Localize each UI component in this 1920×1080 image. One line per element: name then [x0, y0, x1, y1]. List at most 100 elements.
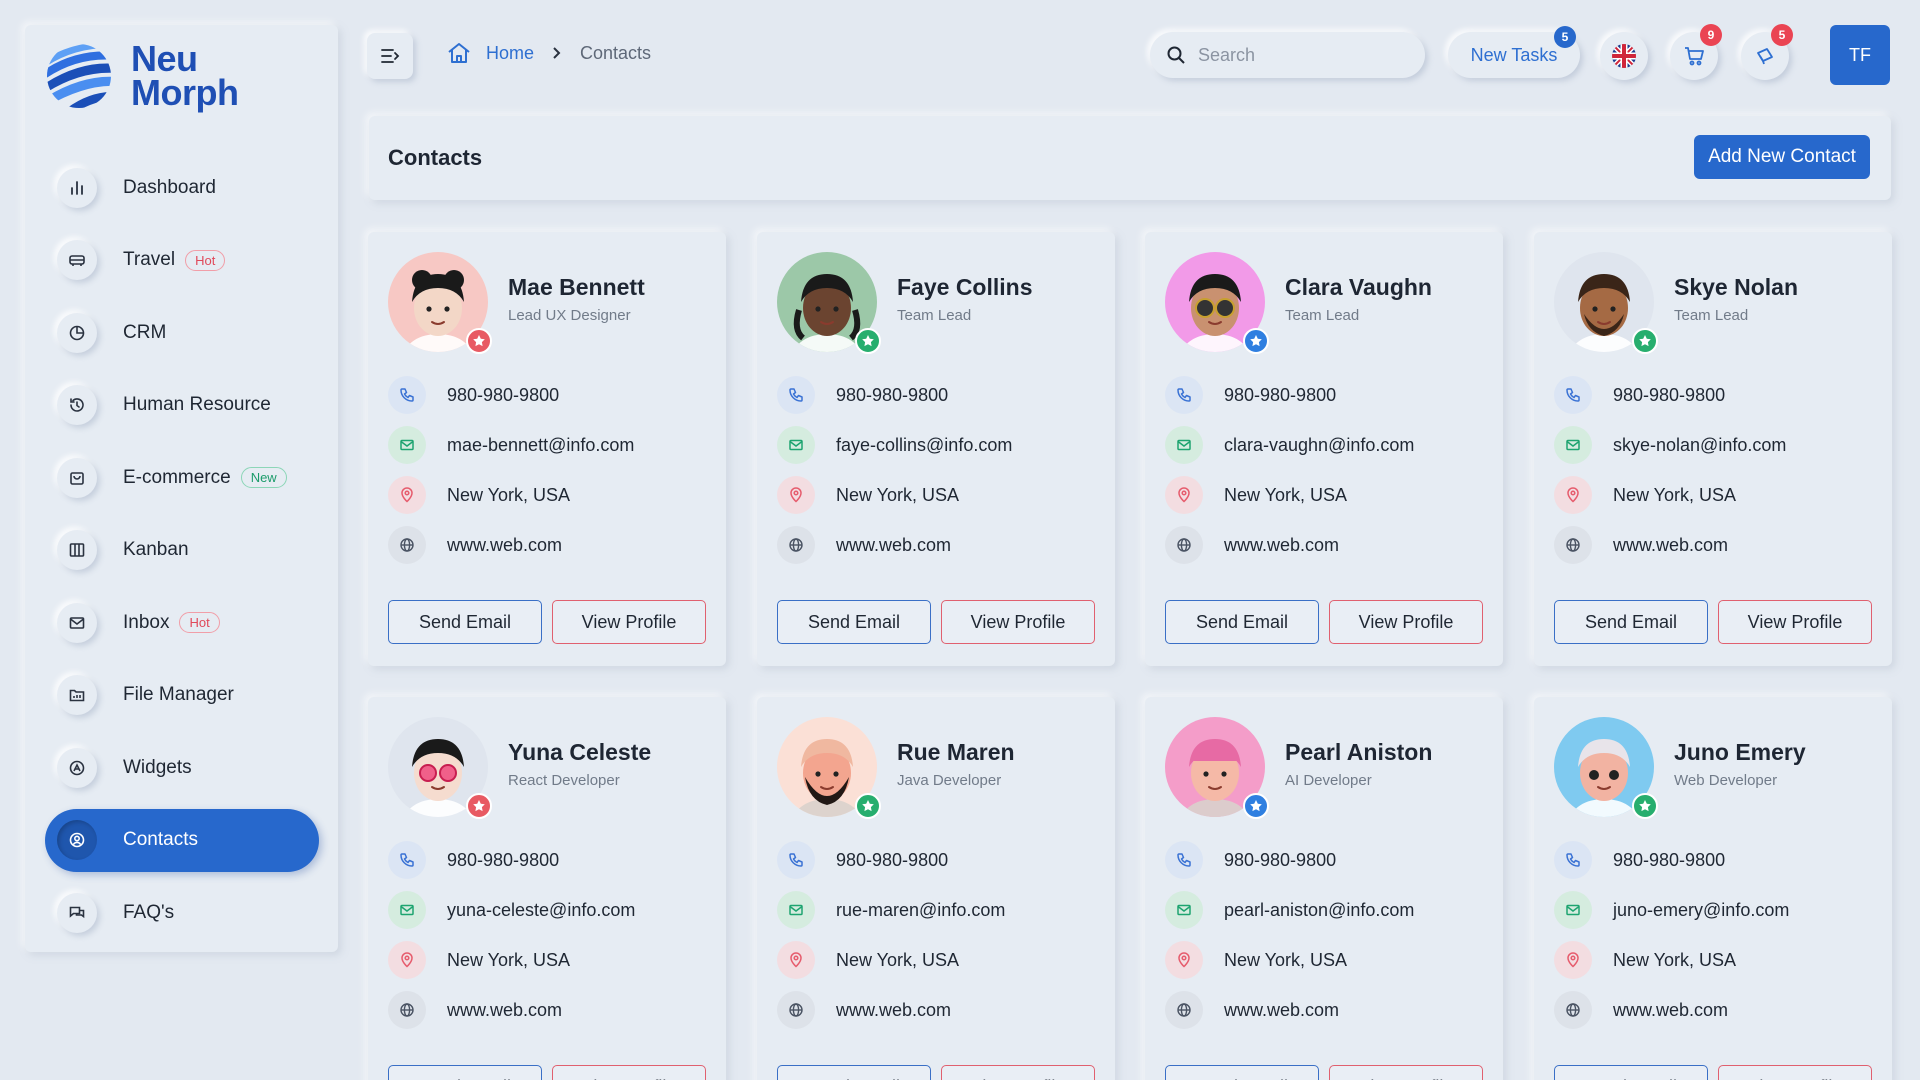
sidebar-item-label: CRM — [123, 321, 167, 343]
view-profile-button[interactable]: View Profile — [552, 600, 706, 644]
user-avatar-button[interactable]: TF — [1830, 25, 1890, 85]
contact-email: yuna-celeste@info.com — [447, 899, 636, 920]
contact-role: Web Developer — [1674, 772, 1778, 789]
contact-name: Clara Vaughn — [1285, 274, 1432, 300]
view-profile-button[interactable]: View Profile — [1718, 600, 1872, 644]
sidebar-toggle-button[interactable] — [367, 33, 413, 79]
contact-name: Faye Collins — [897, 274, 1033, 300]
avatar[interactable] — [777, 717, 881, 819]
send-email-button[interactable]: Send Email — [1165, 1065, 1319, 1080]
send-email-button[interactable]: Send Email — [777, 1065, 931, 1080]
menu-icon — [381, 49, 400, 63]
cart-button[interactable]: 9 — [1670, 24, 1722, 80]
avatar[interactable] — [1554, 252, 1658, 354]
sidebar-item-label: File Manager — [123, 684, 234, 705]
brand-logo[interactable]: Neu Morph — [45, 41, 239, 111]
globe-icon — [1554, 526, 1592, 564]
contact-location: New York, USA — [836, 949, 960, 970]
language-button[interactable] — [1600, 32, 1648, 80]
sidebar-item-crm[interactable]: CRM — [45, 301, 319, 364]
view-profile-button[interactable]: View Profile — [941, 1065, 1095, 1080]
sidebar-item-label: Human Resource — [123, 394, 271, 415]
contact-card: Mae Bennett Lead UX Designer 980-980-980… — [368, 232, 726, 666]
avatar[interactable] — [1165, 252, 1269, 354]
contact-location: New York, USA — [1613, 484, 1737, 505]
send-email-button[interactable]: Send Email — [388, 600, 542, 644]
contact-website-row: www.web.com — [777, 991, 951, 1029]
avatar[interactable] — [1554, 717, 1658, 819]
contact-website-row: www.web.com — [388, 526, 562, 564]
notifications-count-badge: 5 — [1771, 24, 1793, 46]
send-email-button[interactable]: Send Email — [1554, 600, 1708, 644]
contact-email-row: juno-emery@info.com — [1554, 891, 1789, 929]
contact-location-row: New York, USA — [1165, 476, 1347, 514]
mail-icon — [388, 426, 426, 464]
contact-website: www.web.com — [1224, 534, 1340, 555]
star-icon — [1243, 328, 1269, 354]
contact-location-row: New York, USA — [777, 941, 959, 979]
contact-email-row: skye-nolan@info.com — [1554, 426, 1786, 464]
sidebar-item-inbox[interactable]: Inbox Hot — [45, 591, 319, 654]
globe-icon — [1165, 526, 1203, 564]
home-icon[interactable] — [446, 40, 472, 66]
avatar[interactable] — [1165, 717, 1269, 819]
send-email-button[interactable]: Send Email — [777, 600, 931, 644]
search-input[interactable] — [1198, 44, 1398, 66]
contact-email: rue-maren@info.com — [836, 899, 1006, 920]
globe-icon — [777, 991, 815, 1029]
contact-role: AI Developer — [1285, 772, 1372, 789]
breadcrumb: Home Contacts — [446, 40, 651, 66]
sidebar-item-widgets[interactable]: Widgets — [45, 736, 319, 799]
view-profile-button[interactable]: View Profile — [1718, 1065, 1872, 1080]
view-profile-button[interactable]: View Profile — [1329, 600, 1483, 644]
phone-icon — [1165, 841, 1203, 879]
contact-website-row: www.web.com — [1165, 991, 1339, 1029]
sidebar-item-file-manager[interactable]: File Manager — [45, 664, 319, 727]
contact-email: skye-nolan@info.com — [1613, 434, 1787, 455]
avatar[interactable] — [388, 717, 492, 819]
notifications-button[interactable]: 5 — [1741, 24, 1793, 80]
phone-icon — [388, 841, 426, 879]
globe-icon — [388, 526, 426, 564]
contact-website: www.web.com — [447, 534, 563, 555]
sidebar-item-contacts[interactable]: Contacts — [45, 808, 319, 872]
view-profile-button[interactable]: View Profile — [1329, 1065, 1483, 1080]
send-email-button[interactable]: Send Email — [1165, 600, 1319, 644]
sidebar-item-human-resource[interactable]: Human Resource — [45, 374, 319, 437]
location-pin-icon — [388, 941, 426, 979]
contact-name: Skye Nolan — [1674, 274, 1798, 300]
contact-card: Clara Vaughn Team Lead 980-980-9800 clar… — [1145, 232, 1503, 666]
view-profile-button[interactable]: View Profile — [941, 600, 1095, 644]
uk-flag-icon — [1612, 44, 1636, 68]
phone-icon — [1554, 841, 1592, 879]
sidebar-item-dashboard[interactable]: Dashboard — [45, 156, 319, 219]
search-box[interactable] — [1150, 32, 1425, 78]
contact-location: New York, USA — [1224, 949, 1348, 970]
sidebar-item-travel[interactable]: Travel Hot — [45, 229, 319, 292]
contact-location: New York, USA — [836, 484, 960, 505]
mail-icon — [1554, 891, 1592, 929]
contact-name: Juno Emery — [1674, 739, 1806, 765]
location-pin-icon — [1165, 476, 1203, 514]
inbox-icon — [57, 602, 97, 643]
view-profile-button[interactable]: View Profile — [552, 1065, 706, 1080]
avatar[interactable] — [388, 252, 492, 354]
sidebar-item-ecommerce[interactable]: E-commerce New — [45, 446, 319, 509]
add-new-contact-button[interactable]: Add New Contact — [1694, 135, 1870, 179]
sidebar-item-label: Inbox — [123, 611, 170, 633]
contact-location-row: New York, USA — [1554, 941, 1736, 979]
avatar[interactable] — [777, 252, 881, 354]
sidebar-item-kanban[interactable]: Kanban — [45, 519, 319, 582]
contact-location: New York, USA — [1224, 484, 1348, 505]
contact-card: Faye Collins Team Lead 980-980-9800 faye… — [757, 232, 1115, 666]
globe-icon — [777, 526, 815, 564]
breadcrumb-home-link[interactable]: Home — [486, 43, 534, 64]
contact-location-row: New York, USA — [388, 941, 570, 979]
location-pin-icon — [777, 941, 815, 979]
new-tasks-button[interactable]: New Tasks 5 — [1448, 26, 1580, 78]
send-email-button[interactable]: Send Email — [388, 1065, 542, 1080]
contact-phone-row: 980-980-9800 — [1554, 376, 1725, 414]
send-email-button[interactable]: Send Email — [1554, 1065, 1708, 1080]
sidebar-item-faqs[interactable]: FAQ's — [45, 881, 319, 944]
mail-icon — [1554, 426, 1592, 464]
